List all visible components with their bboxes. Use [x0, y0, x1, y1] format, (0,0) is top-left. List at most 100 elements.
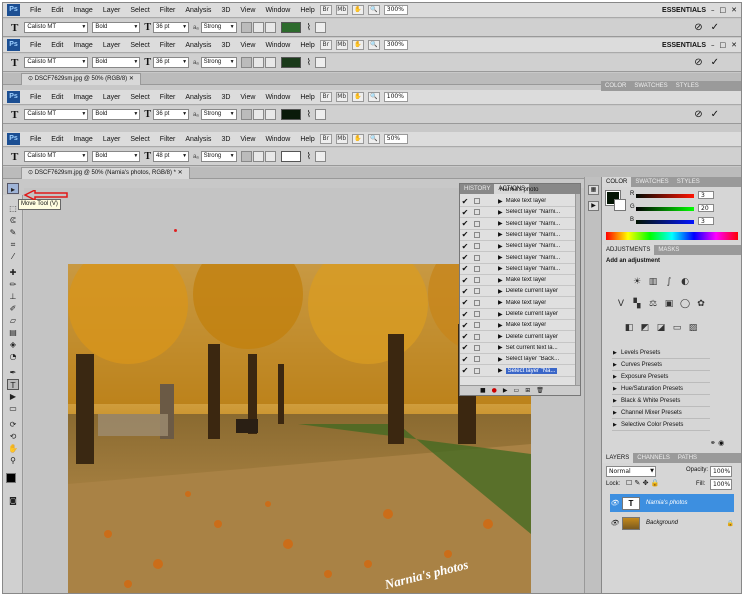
tab-color[interactable]: COLOR	[602, 177, 632, 187]
document-tab[interactable]: ⊙ DSCF7629sm.jpg @ 50% (RGB/8) ✕	[21, 73, 141, 85]
menu-filter[interactable]: Filter	[155, 94, 181, 101]
check-icon[interactable]: ✔	[460, 253, 470, 262]
levels-icon[interactable]: ▥	[648, 277, 658, 287]
type-tool-icon[interactable]: T	[11, 57, 18, 69]
move-tool-icon[interactable]: ▸	[7, 183, 19, 194]
history-item[interactable]: ✔ ▶ Select layer "Narni...	[460, 241, 580, 253]
check-icon[interactable]: ✔	[460, 321, 470, 330]
expand-triangle-icon[interactable]: ▶	[498, 356, 503, 363]
blur-tool-icon[interactable]: ◈	[7, 339, 19, 350]
check-icon[interactable]: ✔	[460, 208, 470, 217]
tab-paths[interactable]: PATHS	[674, 453, 701, 463]
character-panel-button[interactable]	[315, 22, 326, 33]
check-icon[interactable]: ✔	[460, 298, 470, 307]
menu-file[interactable]: File	[25, 7, 46, 14]
eraser-tool-icon[interactable]: ▱	[7, 315, 19, 326]
threshold-icon[interactable]: ◪	[656, 323, 666, 333]
hand-icon[interactable]: ✋	[351, 92, 364, 102]
history-item[interactable]: ✔ ▶ Select layer "Back...	[460, 354, 580, 366]
exposure-icon[interactable]: ◐	[680, 277, 690, 287]
check-icon[interactable]: ✔	[460, 264, 470, 273]
history-item[interactable]: ✔ ▶ Select layer "Narni...	[460, 230, 580, 241]
font-family-select[interactable]: Calisto MT ▼	[24, 109, 89, 120]
align-right-button[interactable]	[264, 22, 276, 33]
minibridge-icon[interactable]: Mb	[335, 5, 348, 15]
quick-select-tool-icon[interactable]: ✎	[7, 227, 19, 238]
history-item[interactable]: ✔ ▶ Make text layer	[460, 275, 580, 287]
action-set-row[interactable]: Narnia's photo	[460, 186, 580, 194]
dialog-toggle-box[interactable]	[474, 265, 480, 272]
channel-g-value[interactable]: 20	[698, 204, 714, 212]
minimize-icon[interactable]: –	[711, 6, 715, 14]
align-center-button[interactable]	[252, 22, 264, 33]
expand-triangle-icon[interactable]: ▶	[498, 243, 503, 250]
check-icon[interactable]: ✔	[460, 276, 470, 285]
align-left-button[interactable]	[240, 151, 252, 162]
lasso-tool-icon[interactable]: ᕳ	[7, 215, 19, 226]
minibridge-icon[interactable]: Mb	[335, 40, 348, 50]
lock-icons[interactable]: ☐ ✎ ✥ 🔒	[626, 479, 659, 487]
menu-view[interactable]: View	[235, 94, 260, 101]
dialog-toggle-box[interactable]	[474, 311, 480, 317]
fill-field[interactable]: 100%	[710, 479, 732, 490]
check-icon[interactable]: ✔	[460, 310, 470, 319]
history-scrollbar[interactable]	[575, 194, 580, 387]
dialog-toggle-box[interactable]	[474, 277, 480, 284]
menu-analysis[interactable]: Analysis	[180, 7, 216, 14]
font-size-select[interactable]: 36 pt ▼	[153, 57, 190, 68]
eyedropper-tool-icon[interactable]: ⁄	[7, 251, 19, 262]
workspace-switcher[interactable]: ESSENTIALS	[662, 42, 706, 49]
check-icon[interactable]: ✔	[460, 355, 470, 364]
expand-triangle-icon[interactable]: ▶	[498, 277, 503, 284]
layer-row-text[interactable]: 👁 T Narnia's photos	[610, 494, 734, 512]
actions-panel-icon[interactable]: ▶	[588, 201, 599, 211]
history-item[interactable]: ✔ ▶ Delete current layer	[460, 309, 580, 320]
bridge-icon[interactable]: Br	[319, 5, 332, 15]
menu-file[interactable]: File	[25, 42, 46, 49]
zoom-icon[interactable]: 🔍	[367, 5, 380, 15]
history-item[interactable]: ✔ ▶ Select layer "Narni...	[460, 253, 580, 264]
history-item[interactable]: ✔ ▶ Make text layer	[460, 320, 580, 332]
align-right-button[interactable]	[264, 151, 276, 162]
menu-edit[interactable]: Edit	[46, 94, 68, 101]
character-panel-button[interactable]	[315, 151, 326, 162]
history-panel-icon[interactable]: ▦	[588, 185, 599, 195]
history-item[interactable]: ✔ ▶ Select layer "Narni...	[460, 219, 580, 230]
channel-b-slider[interactable]	[636, 220, 694, 224]
dialog-toggle-box[interactable]	[474, 231, 480, 238]
menu-3d[interactable]: 3D	[216, 136, 235, 143]
expand-triangle-icon[interactable]: ▶	[498, 231, 503, 238]
expand-triangle-icon[interactable]: ▶	[498, 254, 503, 261]
tab-channels[interactable]: CHANNELS	[633, 453, 674, 463]
zoom-icon[interactable]: 🔍	[367, 134, 380, 144]
menu-filter[interactable]: Filter	[155, 136, 181, 143]
zoom-level[interactable]: 100%	[383, 92, 408, 102]
tab-styles[interactable]: STYLES	[673, 177, 704, 187]
menu-3d[interactable]: 3D	[216, 94, 235, 101]
maximize-icon[interactable]: □	[720, 6, 727, 14]
history-item[interactable]: ✔ ▶ Set current text la...	[460, 343, 580, 354]
type-tool-icon[interactable]: T	[11, 22, 18, 34]
zoom-icon[interactable]: 🔍	[367, 92, 380, 102]
adjustment-preset-item[interactable]: Black & White Presets	[612, 396, 710, 407]
hue-saturation-icon[interactable]: ▚	[632, 299, 642, 309]
menu-layer[interactable]: Layer	[98, 136, 126, 143]
font-family-select[interactable]: Calisto MT ▼	[24, 151, 89, 162]
menu-view[interactable]: View	[235, 7, 260, 14]
dialog-toggle-box[interactable]	[474, 333, 480, 340]
hand-tool-icon[interactable]: ✋	[7, 443, 19, 454]
menu-select[interactable]: Select	[125, 136, 154, 143]
history-item[interactable]: ✔ ▶ Make text layer	[460, 298, 580, 309]
check-icon[interactable]: ✔	[460, 343, 470, 352]
menu-layer[interactable]: Layer	[98, 94, 126, 101]
clip-icon[interactable]: ⚭	[710, 439, 716, 447]
new-action-icon[interactable]: ⊞	[525, 387, 530, 394]
font-family-select[interactable]: Calisto MT ▼	[24, 22, 89, 33]
warp-text-icon[interactable]: ⌇	[307, 22, 311, 33]
channel-mixer-icon[interactable]: ✿	[696, 299, 706, 309]
check-icon[interactable]: ✔	[460, 230, 470, 239]
antialias-select[interactable]: Strong ▼	[200, 22, 237, 33]
menu-view[interactable]: View	[235, 42, 260, 49]
menu-filter[interactable]: Filter	[155, 42, 181, 49]
adjustment-preset-item[interactable]: Curves Presets	[612, 360, 710, 371]
